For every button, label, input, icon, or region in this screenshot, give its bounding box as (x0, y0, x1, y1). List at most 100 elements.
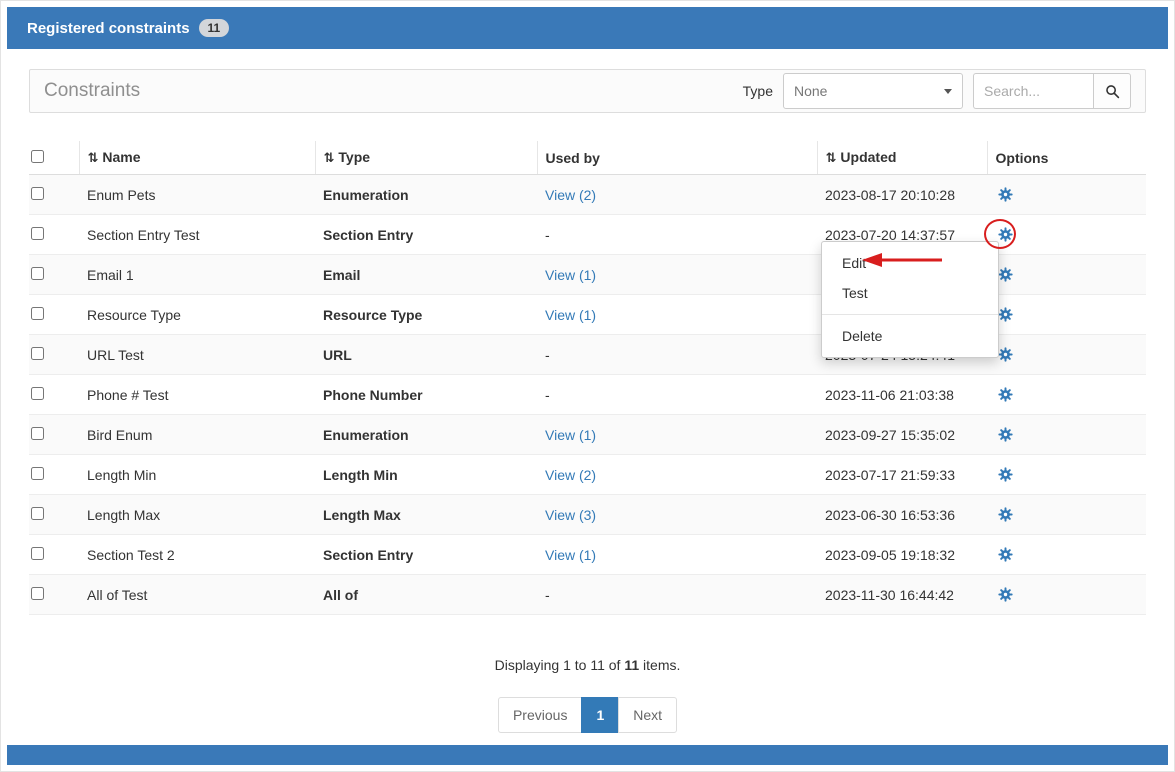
options-gear-button[interactable] (995, 584, 1016, 605)
column-header-options: Options (987, 141, 1146, 175)
constraint-type: URL (315, 335, 537, 375)
summary-prefix: Displaying 1 to 11 of (495, 657, 625, 673)
constraint-type: Enumeration (315, 175, 537, 215)
row-checkbox[interactable] (31, 187, 44, 200)
options-gear-button[interactable] (995, 384, 1016, 405)
used-by-link[interactable]: View (2) (545, 187, 596, 203)
sort-icon: ⇅ (88, 150, 99, 165)
gear-icon (997, 346, 1014, 363)
constraint-type: Length Max (315, 495, 537, 535)
updated-cell: 2023-09-27 15:35:02 (817, 415, 987, 455)
gear-icon (997, 266, 1014, 283)
used-by-empty: - (545, 347, 550, 363)
constraint-name: Length Min (79, 455, 315, 495)
column-header-updated[interactable]: ⇅Updated (817, 141, 987, 175)
constraint-type: Phone Number (315, 375, 537, 415)
gear-icon (997, 506, 1014, 523)
updated-cell: 2023-08-17 20:10:28 (817, 175, 987, 215)
pagination-previous[interactable]: Previous (498, 697, 582, 733)
options-gear-button[interactable] (995, 544, 1016, 565)
used-by-link[interactable]: View (1) (545, 267, 596, 283)
options-gear-button[interactable] (995, 504, 1016, 525)
search-input[interactable] (973, 73, 1093, 109)
constraint-name: Bird Enum (79, 415, 315, 455)
summary-count: 11 (624, 657, 639, 673)
column-label: Type (338, 149, 370, 165)
constraint-type: Enumeration (315, 415, 537, 455)
options-gear-button[interactable] (995, 424, 1016, 445)
used-by-link[interactable]: View (1) (545, 307, 596, 323)
used-by-empty: - (545, 587, 550, 603)
options-gear-button[interactable] (995, 464, 1016, 485)
updated-cell: 2023-06-30 16:53:36 (817, 495, 987, 535)
select-all-header (29, 141, 79, 175)
pagination-page-1[interactable]: 1 (581, 697, 619, 733)
table-row: Section Test 2 Section Entry View (1) 20… (29, 535, 1146, 575)
row-checkbox[interactable] (31, 227, 44, 240)
gear-icon (997, 386, 1014, 403)
page-header: Registered constraints 11 (7, 7, 1168, 49)
constraint-name: Phone # Test (79, 375, 315, 415)
row-checkbox[interactable] (31, 347, 44, 360)
row-checkbox[interactable] (31, 587, 44, 600)
options-gear-button[interactable] (995, 184, 1016, 205)
table-row: Enum Pets Enumeration View (2) 2023-08-1… (29, 175, 1146, 215)
row-checkbox[interactable] (31, 387, 44, 400)
column-label: Options (996, 150, 1049, 166)
gear-icon (997, 226, 1014, 243)
used-by-link[interactable]: View (2) (545, 467, 596, 483)
menu-item-delete[interactable]: Delete (822, 321, 998, 351)
row-checkbox[interactable] (31, 547, 44, 560)
constraint-name: Section Test 2 (79, 535, 315, 575)
search-group (973, 73, 1131, 109)
column-header-type[interactable]: ⇅Type (315, 141, 537, 175)
column-header-used-by: Used by (537, 141, 817, 175)
gear-icon (997, 186, 1014, 203)
count-badge: 11 (199, 19, 230, 37)
updated-cell: 2023-11-06 21:03:38 (817, 375, 987, 415)
used-by-cell: View (3) (537, 495, 817, 535)
constraint-type: Resource Type (315, 295, 537, 335)
column-label: Name (102, 149, 140, 165)
options-dropdown-menu: Edit Test Delete (821, 241, 999, 358)
select-all-checkbox[interactable] (31, 150, 44, 163)
menu-divider (822, 314, 998, 315)
column-header-name[interactable]: ⇅Name (79, 141, 315, 175)
sort-icon: ⇅ (826, 150, 837, 165)
used-by-cell: - (537, 335, 817, 375)
updated-cell: 2023-09-05 19:18:32 (817, 535, 987, 575)
used-by-link[interactable]: View (1) (545, 427, 596, 443)
row-checkbox[interactable] (31, 507, 44, 520)
row-checkbox[interactable] (31, 427, 44, 440)
pagination-next[interactable]: Next (618, 697, 677, 733)
table-row: Bird Enum Enumeration View (1) 2023-09-2… (29, 415, 1146, 455)
constraints-table: ⇅Name⇅TypeUsed by⇅UpdatedOptions Enum Pe… (29, 141, 1146, 615)
type-filter-select[interactable]: None (783, 73, 963, 109)
menu-item-edit[interactable]: Edit (822, 248, 998, 278)
panel-title: Constraints (44, 80, 140, 102)
constraint-name: URL Test (79, 335, 315, 375)
page-title: Registered constraints (27, 20, 190, 37)
column-label: Updated (840, 149, 896, 165)
used-by-link[interactable]: View (1) (545, 547, 596, 563)
constraint-name: Length Max (79, 495, 315, 535)
type-filter-label: Type (743, 83, 773, 99)
menu-item-test[interactable]: Test (822, 278, 998, 308)
pagination: Previous 1 Next (29, 697, 1146, 733)
search-button[interactable] (1093, 73, 1131, 109)
row-checkbox[interactable] (31, 267, 44, 280)
constraints-page: Registered constraints 11 Constraints Ty… (0, 0, 1175, 772)
used-by-cell: View (1) (537, 415, 817, 455)
constraint-name: Resource Type (79, 295, 315, 335)
constraint-name: All of Test (79, 575, 315, 615)
row-checkbox[interactable] (31, 467, 44, 480)
used-by-cell: - (537, 215, 817, 255)
constraint-name: Email 1 (79, 255, 315, 295)
used-by-empty: - (545, 227, 550, 243)
row-checkbox[interactable] (31, 307, 44, 320)
used-by-cell: - (537, 375, 817, 415)
updated-cell: 2023-07-17 21:59:33 (817, 455, 987, 495)
used-by-link[interactable]: View (3) (545, 507, 596, 523)
constraint-type: All of (315, 575, 537, 615)
table-header-row: ⇅Name⇅TypeUsed by⇅UpdatedOptions (29, 141, 1146, 175)
